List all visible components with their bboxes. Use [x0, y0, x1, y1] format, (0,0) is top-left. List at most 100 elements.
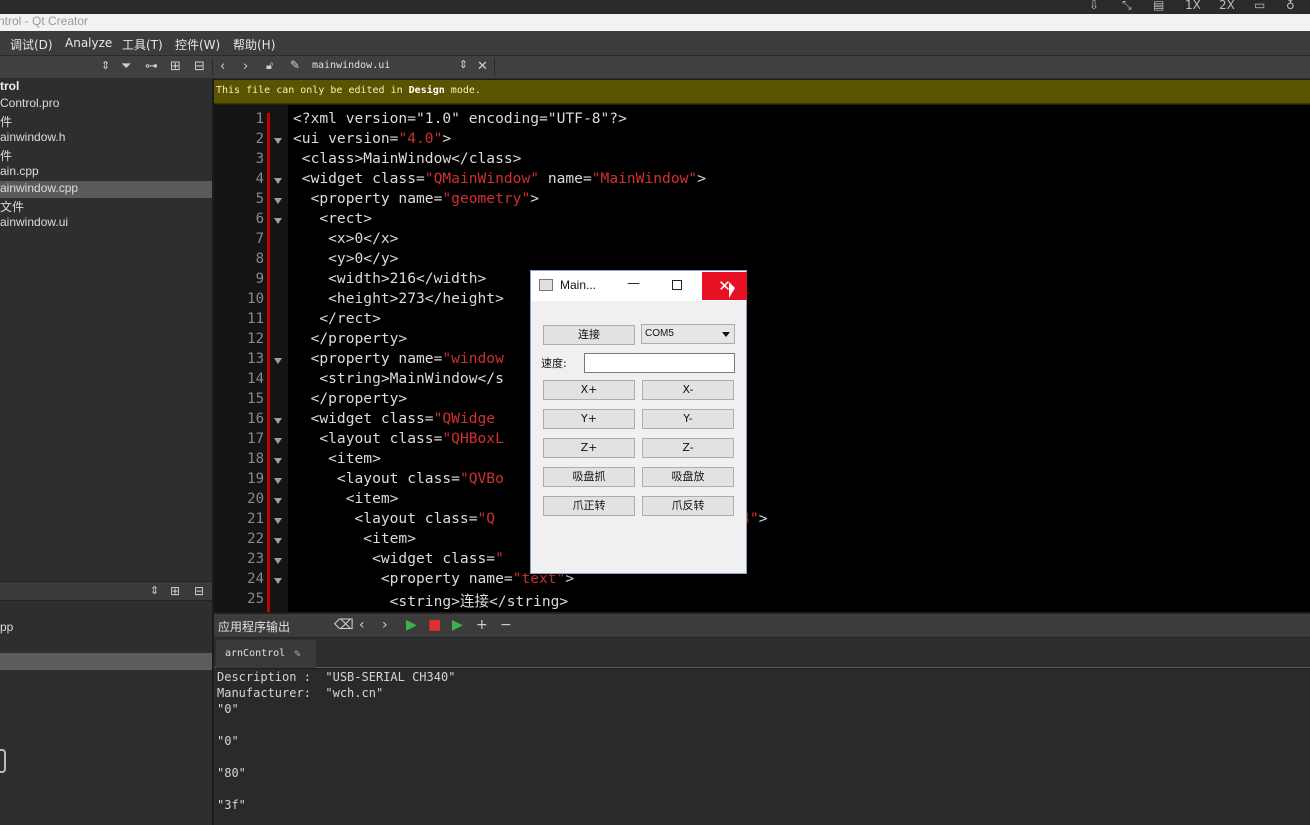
port-select[interactable]: COM5 [641, 324, 735, 344]
connect-button[interactable]: 连接 [543, 325, 635, 345]
tree-item[interactable]: ainwindow.h [0, 130, 212, 147]
code-line: <height>273</height> [293, 290, 504, 307]
dialog-action-button[interactable]: 爪正转 [543, 496, 635, 516]
back-icon[interactable]: ‹ [359, 617, 365, 633]
stop-icon[interactable]: ■ [428, 617, 441, 633]
fold-arrow-icon[interactable] [274, 138, 282, 144]
application-output[interactable]: Description : "USB-SERIAL CH340" Manufact… [214, 669, 1310, 825]
fold-arrow-icon[interactable] [274, 518, 282, 524]
open-document-item[interactable]: pp [0, 620, 13, 634]
run-icon[interactable]: ▶ [406, 617, 417, 633]
forward-icon[interactable]: › [243, 59, 248, 74]
fold-arrow-icon[interactable] [274, 418, 282, 424]
code-text: name= [539, 170, 592, 187]
clear-icon[interactable]: ⌫ [334, 617, 354, 633]
layout-icon[interactable]: ▭ [1254, 0, 1265, 12]
split-icon[interactable]: ⊞ [170, 59, 181, 74]
dialog-title: Main... [560, 278, 597, 292]
menu-debug[interactable]: 调试(D) [10, 36, 53, 53]
speed-input[interactable] [584, 353, 735, 373]
menu-analyze[interactable]: Analyze [65, 36, 112, 50]
menu-controls[interactable]: 控件(W) [175, 36, 220, 53]
sort-arrows-icon[interactable]: ⇕ [150, 584, 159, 597]
resize-icon[interactable]: ⤡ [1122, 0, 1132, 13]
close-tab-icon[interactable]: ✎ [294, 647, 301, 660]
line-number: 13 [247, 351, 264, 367]
code-line: <width>216</width> [293, 270, 486, 287]
dialog-action-button[interactable]: Z- [642, 438, 734, 458]
tree-item[interactable]: ainwindow.ui [0, 215, 212, 232]
forward-icon[interactable]: › [382, 617, 388, 633]
code-text: <property name= [293, 190, 443, 207]
tab-output[interactable]: arnControl ✎ [216, 640, 316, 668]
close-panel-icon[interactable]: ⊟ [194, 59, 205, 74]
menu-help[interactable]: 帮助(H) [233, 36, 275, 53]
dialog-action-button[interactable]: 爪反转 [642, 496, 734, 516]
cloud-download-icon[interactable]: ⇩ [1089, 0, 1099, 12]
dialog-title-bar[interactable]: Main... — ✕ [531, 271, 747, 301]
close-document-icon[interactable]: ✕ [477, 59, 488, 74]
tab-label: arnControl [225, 648, 286, 659]
menu-tools[interactable]: 工具(T) [122, 36, 163, 53]
tree-folder[interactable]: 件 [0, 113, 212, 130]
fold-arrow-icon[interactable] [274, 178, 282, 184]
close-panel-icon[interactable]: ⊟ [194, 584, 204, 598]
fold-arrow-icon[interactable] [274, 498, 282, 504]
fold-arrow-icon[interactable] [274, 538, 282, 544]
fold-arrow-icon[interactable] [274, 478, 282, 484]
line-number: 4 [255, 171, 264, 187]
fold-arrow-icon[interactable] [274, 578, 282, 584]
code-text: > [442, 130, 452, 147]
code-line: <ui version="4.0"> [293, 130, 451, 147]
bulb-icon[interactable]: ♁ [1286, 0, 1295, 12]
toolbar-divider [212, 58, 213, 76]
dialog-action-button[interactable]: Y- [642, 409, 734, 429]
zoom-2x-button[interactable]: 2X [1219, 0, 1235, 12]
dialog-action-button[interactable]: 吸盘抓 [543, 467, 635, 487]
line-number: 23 [247, 551, 264, 567]
line-number: 5 [255, 191, 264, 207]
side-handle[interactable] [0, 749, 6, 773]
lock-icon[interactable]: 🔓︎ [266, 59, 273, 73]
code-editor[interactable]: 1 2 3 4 5 6 7 8 9 10 11 12 13 14 15 16 17 18 19 20 21 22 23 24 2… [214, 105, 1310, 612]
line-number: 10 [247, 291, 264, 307]
open-file-combo[interactable]: ✎ mainwindow.ui ⇕ [290, 58, 470, 76]
close-button[interactable]: ✕ [702, 272, 747, 300]
code-text: </property> [293, 330, 408, 347]
line-number: 14 [247, 371, 264, 387]
dialog-action-button[interactable]: X- [642, 380, 734, 400]
port-value: COM5 [645, 328, 674, 339]
project-sidebar: trol Control.pro 件 ainwindow.h 件 ain.cpp… [0, 79, 213, 825]
code-line: <item> [293, 450, 381, 467]
app-icon [539, 279, 553, 291]
zoom-1x-button[interactable]: 1X [1185, 0, 1201, 12]
filter-icon[interactable]: ⏷ [121, 59, 131, 74]
fold-arrow-icon[interactable] [274, 198, 282, 204]
fold-arrow-icon[interactable] [274, 458, 282, 464]
tree-folder[interactable]: 文件 [0, 198, 212, 215]
document-icon[interactable]: ▤ [1153, 0, 1164, 12]
tree-folder[interactable]: 件 [0, 147, 212, 164]
fold-arrow-icon[interactable] [274, 438, 282, 444]
dialog-action-button[interactable]: Z+ [543, 438, 635, 458]
tree-item-selected[interactable]: ainwindow.cpp [0, 181, 212, 198]
minimize-icon[interactable]: — [627, 276, 640, 291]
fold-arrow-icon[interactable] [274, 558, 282, 564]
tree-item[interactable]: ain.cpp [0, 164, 212, 181]
tree-item[interactable]: Control.pro [0, 96, 212, 113]
fold-arrow-icon[interactable] [274, 218, 282, 224]
dialog-action-button[interactable]: 吸盘放 [642, 467, 734, 487]
code-text: </property> [293, 390, 408, 407]
zoom-out-icon[interactable]: − [500, 617, 512, 633]
dialog-action-button[interactable]: X+ [543, 380, 635, 400]
project-root[interactable]: trol [0, 79, 212, 96]
zoom-in-icon[interactable]: + [476, 617, 488, 633]
dialog-action-button[interactable]: Y+ [543, 409, 635, 429]
link-icon[interactable]: ⊶ [145, 59, 158, 74]
split-icon[interactable]: ⊞ [170, 584, 180, 598]
debug-run-icon[interactable]: ▶ [452, 617, 463, 633]
back-icon[interactable]: ‹ [220, 59, 225, 74]
fold-arrow-icon[interactable] [274, 358, 282, 364]
sort-arrows-icon[interactable]: ⇕ [101, 59, 110, 72]
maximize-icon[interactable] [672, 280, 682, 290]
